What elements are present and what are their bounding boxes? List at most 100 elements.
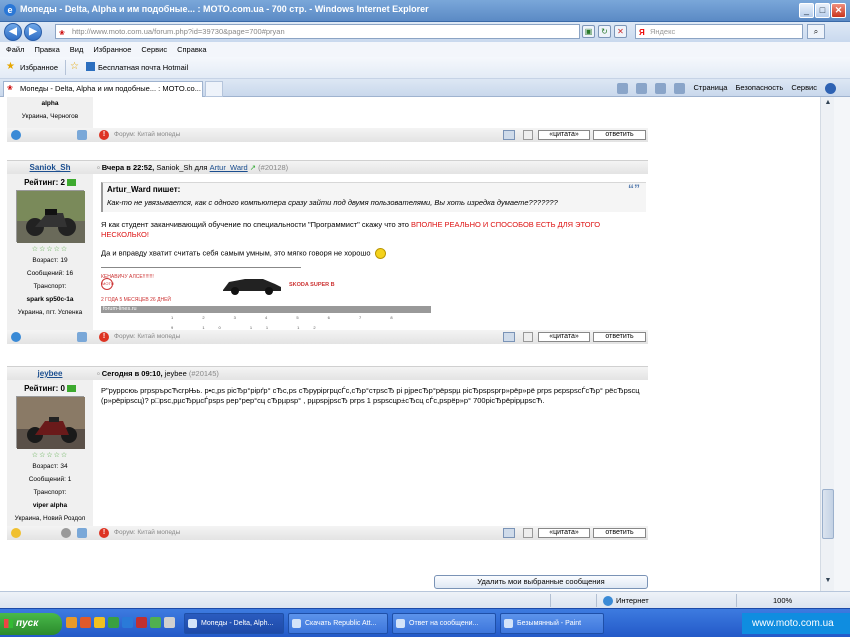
multiquote-icon[interactable] xyxy=(503,528,515,538)
select-checkbox[interactable] xyxy=(523,332,533,342)
author-name[interactable]: jeybee xyxy=(7,367,93,381)
scroll-thumb[interactable] xyxy=(822,489,834,539)
reply-button[interactable]: ответить xyxy=(593,130,646,140)
maximize-button[interactable]: □ xyxy=(815,3,830,18)
mail-icon[interactable] xyxy=(77,332,87,342)
author-name[interactable]: Saniok_Sh xyxy=(7,161,93,175)
post-number[interactable]: (#20128) xyxy=(258,163,288,172)
address-input[interactable]: ❀ http://www.moto.com.ua/forum.php?id=39… xyxy=(55,24,580,39)
rating-up-icon[interactable] xyxy=(66,385,76,393)
select-checkbox[interactable] xyxy=(523,528,533,538)
report-icon[interactable]: ! xyxy=(99,332,109,342)
quote-button[interactable]: «цитата» xyxy=(538,332,590,342)
post-text-1: Я как студент заканчивающий обучение по … xyxy=(101,220,644,240)
user-transport-label: Транспорт: xyxy=(33,283,67,290)
ie-icon xyxy=(396,619,405,628)
post-meta: ▫ Вчера в 22:52, Saniok_Sh для Artur_War… xyxy=(97,161,288,175)
page-content: alpha Украина, Черногов ! Форум: Китай м… xyxy=(0,97,820,591)
vertical-scrollbar[interactable]: ▲ ▼ xyxy=(820,97,834,591)
user-transport: spark sp50c-1a xyxy=(26,296,74,303)
quicklaunch-icon[interactable] xyxy=(66,617,77,628)
report-icon[interactable]: ! xyxy=(99,130,109,140)
menu-help[interactable]: Справка xyxy=(172,42,211,57)
scroll-up-icon[interactable]: ▲ xyxy=(823,99,833,109)
feeds-icon[interactable] xyxy=(636,82,648,94)
multiquote-icon[interactable] xyxy=(503,332,515,342)
report-icon[interactable]: ! xyxy=(99,528,109,538)
user-transport: viper alpha xyxy=(32,502,68,509)
forward-button[interactable]: ▶ xyxy=(24,23,42,41)
start-button[interactable]: пуск xyxy=(0,613,62,635)
mail-icon[interactable] xyxy=(77,528,87,538)
task-label: Безымянный - Paint xyxy=(517,620,582,627)
settings-icon[interactable] xyxy=(61,528,71,538)
compatibility-icon[interactable]: ▣ xyxy=(582,25,595,38)
windows-logo-icon xyxy=(4,619,13,628)
favorites-button[interactable]: Избранное xyxy=(20,63,58,72)
paint-icon xyxy=(504,619,513,628)
rating-up-icon[interactable] xyxy=(66,179,76,187)
quicklaunch-icon[interactable] xyxy=(94,617,105,628)
taskbar: пуск Мопеды - Delta, Alph... Скачать Rep… xyxy=(0,608,850,637)
signature-divider xyxy=(101,267,301,268)
page-menu[interactable]: Страница xyxy=(693,81,727,95)
window-title: Мопеды - Delta, Alpha и им подобные... :… xyxy=(20,4,429,14)
minimize-button[interactable]: _ xyxy=(799,3,814,18)
search-input[interactable]: Я Яндекс xyxy=(635,24,803,39)
quicklaunch-icon[interactable] xyxy=(150,617,161,628)
zoom-level[interactable]: 100% xyxy=(773,592,792,609)
refresh-icon[interactable]: ↻ xyxy=(598,25,611,38)
menu-tools[interactable]: Сервис xyxy=(136,42,172,57)
help-icon[interactable] xyxy=(825,82,836,94)
taskbar-item[interactable]: Скачать Republic Att... xyxy=(288,613,388,634)
reply-button[interactable]: ответить xyxy=(593,528,646,538)
scroll-down-icon[interactable]: ▼ xyxy=(823,577,833,587)
taskbar-item[interactable]: Ответ на сообщени... xyxy=(392,613,496,634)
sig-logo: MOTO xyxy=(101,278,114,290)
print-icon[interactable] xyxy=(674,82,686,94)
stop-icon[interactable]: ✕ xyxy=(614,25,627,38)
menu-favorites[interactable]: Избранное xyxy=(88,42,136,57)
quicklaunch-icon[interactable] xyxy=(108,617,119,628)
tools-menu[interactable]: Сервис xyxy=(791,81,817,95)
search-placeholder: Яндекс xyxy=(650,27,676,36)
close-button[interactable]: ✕ xyxy=(831,3,846,18)
menu-edit[interactable]: Правка xyxy=(29,42,64,57)
favorites-star-icon[interactable]: ★ xyxy=(6,62,15,72)
quicklaunch-icon[interactable] xyxy=(164,617,175,628)
tab-active[interactable]: ❀ Мопеды - Delta, Alpha и им подобные...… xyxy=(3,81,203,97)
window-titlebar: e Мопеды - Delta, Alpha и им подобные...… xyxy=(0,0,850,22)
back-button[interactable]: ◀ xyxy=(4,23,22,41)
favorite-link-hotmail[interactable]: Бесплатная почта Hotmail xyxy=(98,63,188,72)
select-checkbox[interactable] xyxy=(523,130,533,140)
delete-selected-button[interactable]: Удалить мои выбранные сообщения xyxy=(434,575,648,589)
post-to-link[interactable]: Artur_Ward xyxy=(210,163,248,172)
new-tab-button[interactable] xyxy=(205,81,223,97)
quicklaunch-icon[interactable] xyxy=(122,617,133,628)
forum-link[interactable]: Форум: Китай мопеды xyxy=(114,128,180,142)
forum-link[interactable]: Форум: Китай мопеды xyxy=(114,330,180,344)
desktop: e Мопеды - Delta, Alpha и им подобные...… xyxy=(0,0,850,637)
add-favorite-icon[interactable]: ☆ xyxy=(70,61,79,72)
menu-view[interactable]: Вид xyxy=(65,42,89,57)
security-menu[interactable]: Безопасность xyxy=(735,81,783,95)
multiquote-icon[interactable] xyxy=(503,130,515,140)
command-bar: Страница Безопасность Сервис xyxy=(617,81,836,95)
post-number[interactable]: (#20145) xyxy=(189,369,219,378)
post-header: Saniok_Sh ▫ Вчера в 22:52, Saniok_Sh для… xyxy=(7,160,648,174)
globe-icon xyxy=(603,596,613,607)
taskbar-item[interactable]: Безымянный - Paint xyxy=(500,613,604,634)
forum-link[interactable]: Форум: Китай мопеды xyxy=(114,526,180,540)
menu-file[interactable]: Файл xyxy=(0,42,29,57)
mail-icon[interactable] xyxy=(655,82,667,94)
reply-button[interactable]: ответить xyxy=(593,332,646,342)
search-icon[interactable]: ⌕ xyxy=(807,24,825,39)
post-text-2-content: Да и вправду хватит считать себя самым у… xyxy=(101,248,371,258)
mail-icon[interactable] xyxy=(77,130,87,140)
quote-button[interactable]: «цитата» xyxy=(538,130,590,140)
taskbar-item[interactable]: Мопеды - Delta, Alph... xyxy=(184,613,284,634)
quicklaunch-icon[interactable] xyxy=(136,617,147,628)
quote-button[interactable]: «цитата» xyxy=(538,528,590,538)
quicklaunch-icon[interactable] xyxy=(80,617,91,628)
home-icon[interactable] xyxy=(617,82,629,94)
